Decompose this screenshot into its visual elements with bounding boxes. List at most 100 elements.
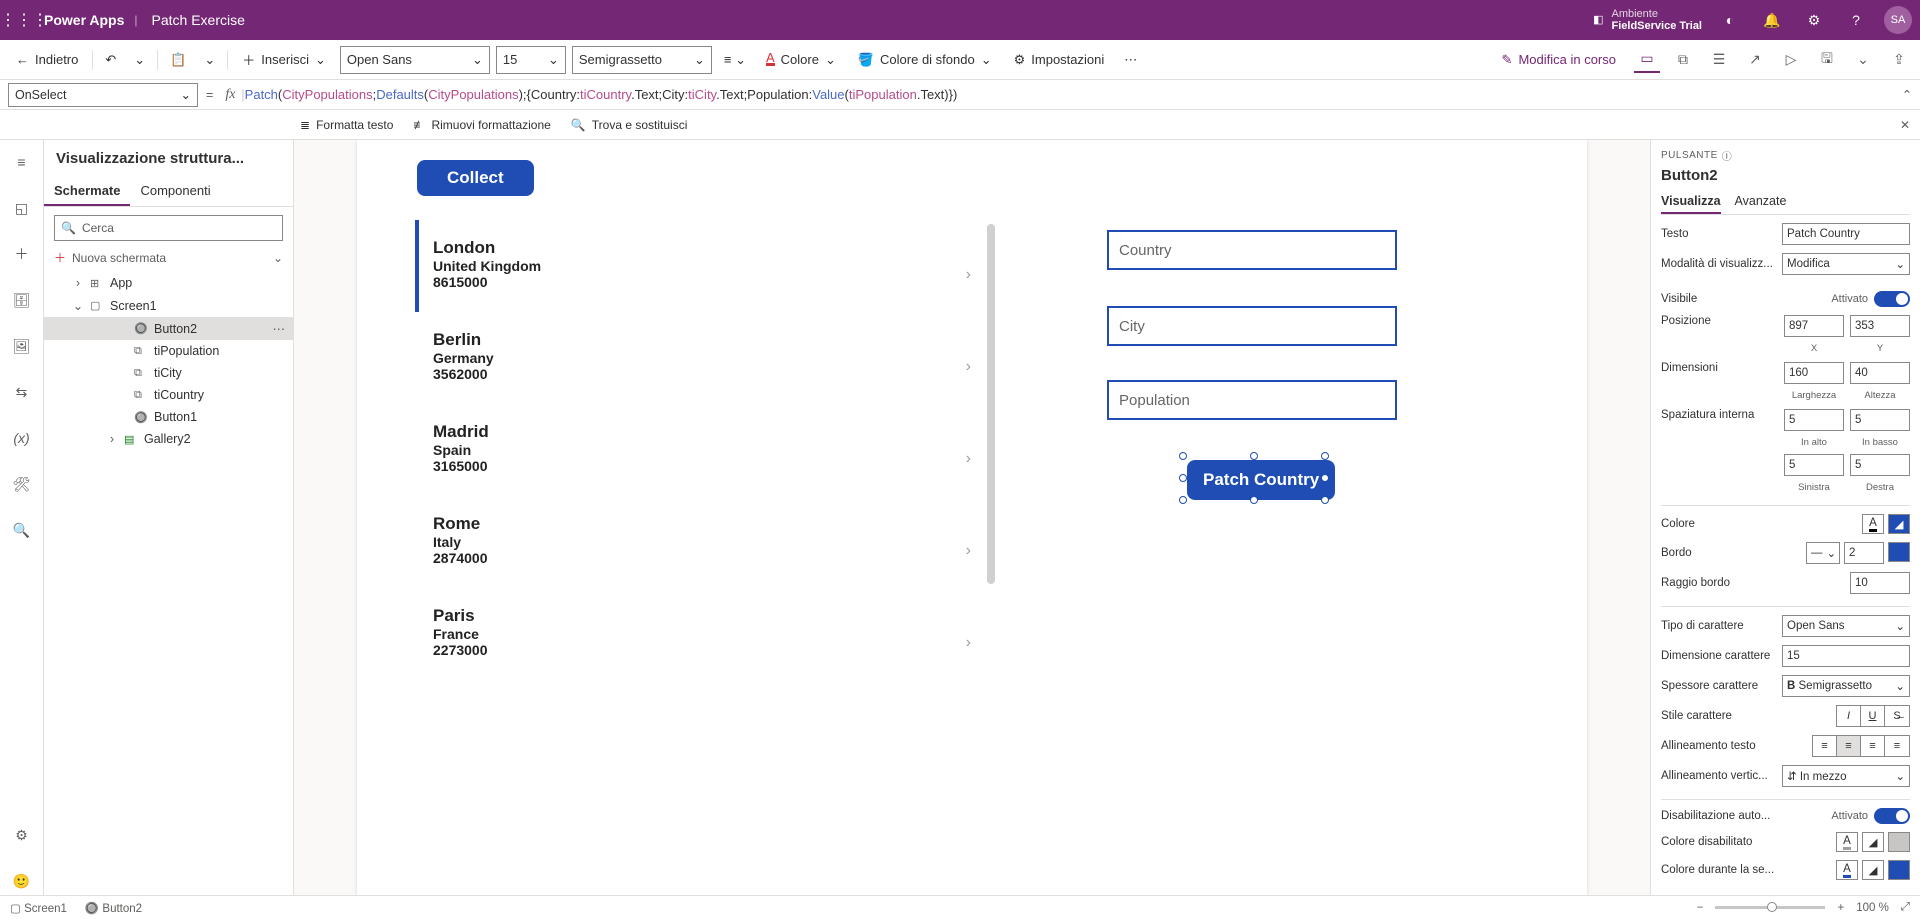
rail-flow-icon[interactable]: ⇆ [8,378,36,406]
tab-screens[interactable]: Schermate [44,177,130,206]
undo-button[interactable]: ↶ [99,48,122,72]
formula-input[interactable]: Patch(CityPopulations;Defaults(CityPopul… [245,87,1894,103]
property-selector[interactable]: OnSelect⌄ [8,83,198,107]
gallery-item[interactable]: London United Kingdom 8615000 › [415,220,983,312]
prop-height-input[interactable]: 40 [1850,362,1910,384]
text-align-button[interactable]: ≡ ⌄ [718,48,752,72]
prop-hover-border-icon[interactable]: ◢ [1862,860,1884,880]
prop-pad-bottom-input[interactable]: 5 [1850,409,1910,431]
share-icon[interactable]: ↗ [1742,47,1768,73]
prop-hover-font-color[interactable]: A [1836,860,1858,880]
country-input[interactable]: Country [1107,230,1397,270]
edit-mode-indicator[interactable]: ✎Modifica in corso [1494,48,1624,72]
format-text-button[interactable]: ≣Formatta testo [300,118,393,132]
insert-button[interactable]: ＋Inserisci⌄ [234,46,334,73]
fit-screen-icon[interactable]: ⤢ [1901,901,1910,914]
prop-fontweight-select[interactable]: B Semigrassetto⌄ [1782,675,1910,697]
clear-format-button[interactable]: ≢Rimuovi formattazione [413,118,550,132]
rail-media-icon[interactable]: 🖼 [8,332,36,360]
tree-item-tipopulation[interactable]: ⧉tiPopulation [44,340,293,362]
font-weight-combo[interactable]: Semigrassetto⌄ [572,46,712,74]
gallery-scrollbar[interactable] [987,224,995,584]
waffle-icon[interactable]: ⋮⋮⋮ [8,4,40,36]
collect-button[interactable]: Collect [417,160,534,196]
help-icon[interactable]: ? [1842,6,1870,34]
save-icon[interactable]: 🖫 [1814,47,1840,73]
tree-item-app[interactable]: ›⊞App [44,272,293,294]
notifications-icon[interactable]: 🔔 [1758,6,1786,34]
chevron-right-icon[interactable]: › [966,542,971,560]
prop-font-select[interactable]: Open Sans⌄ [1782,615,1910,637]
prop-text-input[interactable]: Patch Country [1782,223,1910,245]
paste-chevron[interactable]: ⌄ [198,48,221,72]
tree-item-gallery2[interactable]: ›▤Gallery2 [44,428,293,450]
tree-item-ticity[interactable]: ⧉tiCity [44,362,293,384]
rail-cube-icon[interactable]: ◱ [8,194,36,222]
prop-displaymode-select[interactable]: Modifica⌄ [1782,253,1910,275]
environment-picker[interactable]: ◧ Ambiente FieldService Trial [1593,8,1702,32]
prop-fontsize-input[interactable]: 15 [1782,645,1910,667]
zoom-out-icon[interactable]: − [1697,902,1704,914]
save-chevron[interactable]: ⌄ [1850,47,1876,73]
rail-settings-icon[interactable]: ⚙ [8,821,36,849]
rail-feedback-icon[interactable]: 🙂 [8,867,36,895]
find-replace-button[interactable]: 🔍Trova e sostituisci [571,118,688,132]
prop-pad-left-input[interactable]: 5 [1784,454,1844,476]
city-input[interactable]: City [1107,306,1397,346]
prop-width-input[interactable]: 160 [1784,362,1844,384]
view-3-icon[interactable]: ☰ [1706,47,1732,73]
tab-display[interactable]: Visualizza [1661,190,1721,214]
prop-autodisable-toggle[interactable] [1874,808,1910,824]
more-icon[interactable]: ⋯ [273,321,286,336]
prop-hover-fill-color[interactable] [1888,860,1910,880]
gallery-item[interactable]: Rome Italy 2874000 › [415,496,983,588]
font-size-combo[interactable]: 15⌄ [496,46,566,74]
prop-font-color[interactable]: A [1862,514,1884,534]
zoom-in-icon[interactable]: + [1837,902,1844,914]
status-screen[interactable]: ▢ Screen1 [10,901,67,915]
rail-tools-icon[interactable]: 🛠 [8,470,36,498]
design-canvas[interactable]: Collect London United Kingdom 8615000 › … [357,140,1587,895]
tab-components[interactable]: Componenti [130,177,220,206]
chevron-right-icon[interactable]: › [966,358,971,376]
prop-fontstyle-group[interactable]: IUS̶ [1836,705,1910,727]
settings-button[interactable]: ⚙Impostazioni [1006,48,1113,72]
tree-item-screen1[interactable]: ⌄▢Screen1 [44,294,293,317]
prop-pad-right-input[interactable]: 5 [1850,454,1910,476]
gallery-item[interactable]: Madrid Spain 3165000 › [415,404,983,496]
prop-disabled-fill-color[interactable] [1888,832,1910,852]
prop-pad-top-input[interactable]: 5 [1784,409,1844,431]
prop-visible-toggle[interactable] [1874,291,1910,307]
play-icon[interactable]: ▷ [1778,47,1804,73]
tree-item-button2[interactable]: 🔘Button2⋯ [44,317,293,340]
gallery[interactable]: London United Kingdom 8615000 › Berlin G… [415,220,983,780]
tab-advanced[interactable]: Avanzate [1735,190,1787,214]
close-panel-icon[interactable]: ✕ [1900,118,1920,132]
font-family-combo[interactable]: Open Sans⌄ [340,46,490,74]
chevron-right-icon[interactable]: › [966,266,971,284]
prop-radius-input[interactable]: 10 [1850,572,1910,594]
prop-fill-color[interactable]: ◢ [1888,514,1910,534]
undo-split-chevron[interactable]: ⌄ [128,48,151,72]
user-avatar[interactable]: SA [1884,6,1912,34]
prop-valign-select[interactable]: ⇵ In mezzo⌄ [1782,765,1910,787]
view-phone-icon[interactable]: ▭ [1634,47,1660,73]
fill-color-button[interactable]: 🪣Colore di sfondo⌄ [850,48,1000,72]
zoom-slider[interactable] [1715,906,1825,909]
gallery-item[interactable]: Berlin Germany 3562000 › [415,312,983,404]
tree-search-input[interactable]: 🔍Cerca [54,215,283,241]
prop-disabled-font-color[interactable]: A [1836,832,1858,852]
rail-search-icon[interactable]: 🔍 [8,516,36,544]
gallery-item[interactable]: Paris France 2273000 › [415,588,983,680]
new-screen-button[interactable]: ＋Nuova schermata⌄ [54,249,283,266]
prop-border-width[interactable]: 2 [1844,542,1884,564]
tree-item-button1[interactable]: 🔘Button1 [44,406,293,428]
status-control[interactable]: 🔘 Button2 [85,901,142,915]
publish-icon[interactable]: ⇪ [1886,47,1912,73]
rail-variables-icon[interactable]: (x) [8,424,36,452]
chevron-right-icon[interactable]: › [966,450,971,468]
prop-border-style[interactable]: —⌄ [1806,542,1840,564]
font-color-button[interactable]: AColore⌄ [758,48,844,72]
prop-align-group[interactable]: ≡≡≡≡ [1812,735,1910,757]
view-2-icon[interactable]: ⧉ [1670,47,1696,73]
